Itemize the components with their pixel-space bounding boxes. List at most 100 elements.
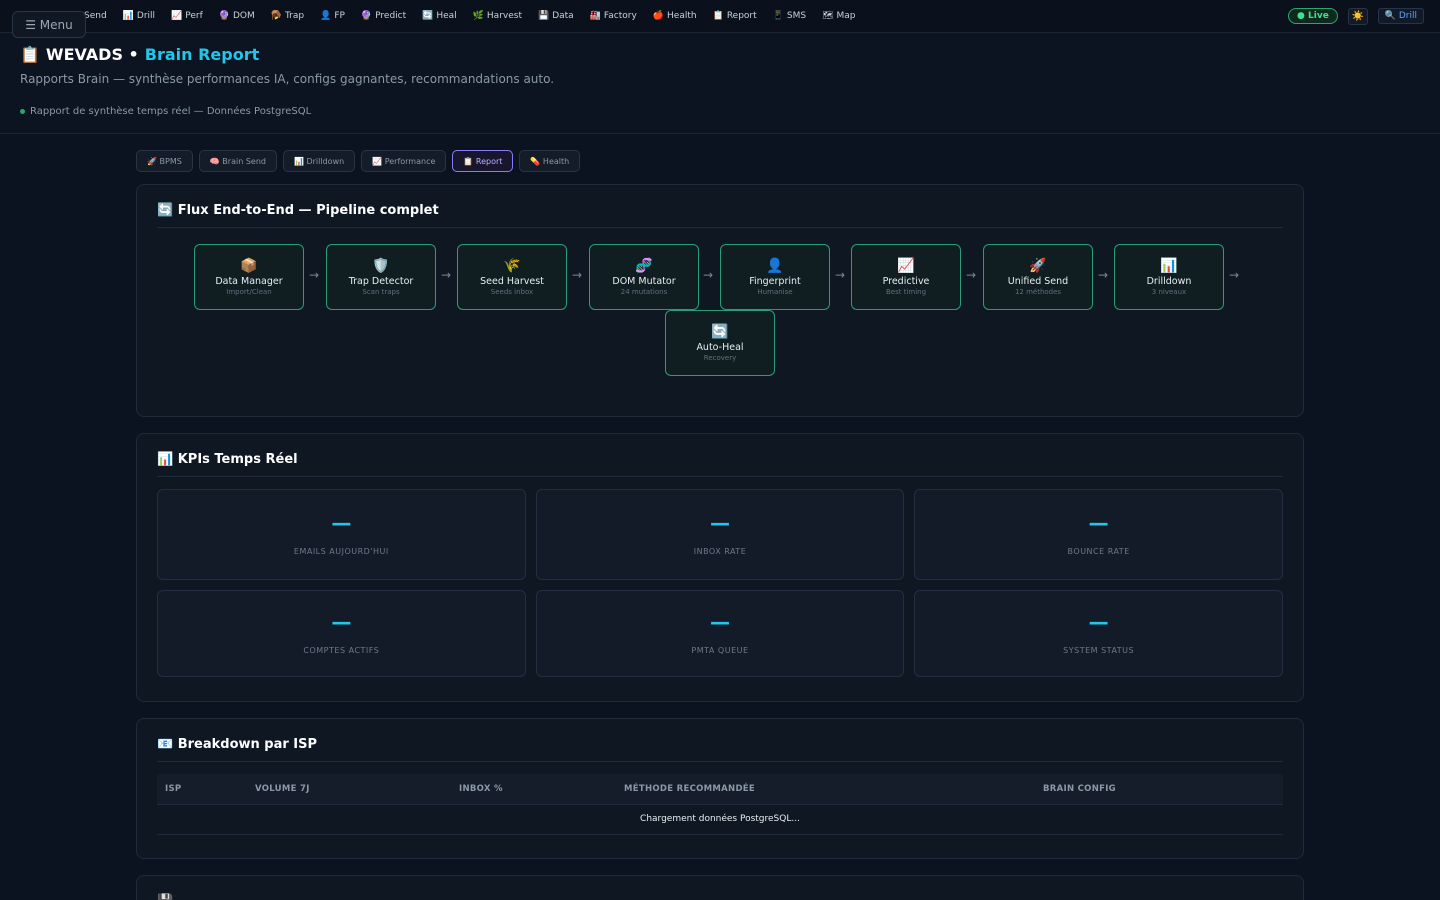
nav-label: Factory [603, 11, 637, 21]
kpi-card-pmta-queue: — PMTA QUEUE [535, 590, 905, 677]
node-name: Unified Send [1007, 276, 1069, 287]
title-main: WEVADS • [45, 45, 139, 64]
pipeline-node-fingerprint[interactable]: 👤 Fingerprint Humanise [720, 244, 830, 310]
col-methode[interactable]: MÉTHODE RECOMMANDÉE [616, 774, 1035, 805]
nav-item-map[interactable]: 🗺 Map [814, 11, 863, 21]
arrow-icon: → [835, 268, 846, 282]
tab-performance[interactable]: 📈 Performance [361, 150, 447, 172]
pipeline-node-predictive[interactable]: 📈 Predictive Best timing [851, 244, 961, 310]
factory-icon: 🏭 [589, 11, 601, 21]
pipeline-node-auto-heal[interactable]: 🔄 Auto-Heal Recovery [665, 310, 775, 376]
col-brain-config[interactable]: BRAIN CONFIG [1035, 774, 1283, 805]
kpi-label: INBOX RATE [693, 547, 747, 556]
nav-label: Predict [375, 11, 407, 21]
node-name: Fingerprint [749, 276, 801, 287]
pipeline-node-seed-harvest[interactable]: 🌾 Seed Harvest Seeds inbox [457, 244, 567, 310]
pipeline-node-dom-mutator[interactable]: 🧬 DOM Mutator 24 mutations [589, 244, 699, 310]
clipboard-icon: 📋 [20, 45, 40, 64]
crystal-ball-icon: 🔮 [360, 11, 373, 21]
tab-brain-send[interactable]: 🧠 Brain Send [198, 150, 277, 172]
drill-button[interactable]: 🔍 Drill [1377, 8, 1424, 24]
node-name: Trap Detector [348, 276, 414, 287]
map-icon: 🗺 [822, 11, 834, 21]
pipeline-node-drilldown[interactable]: 📊 Drilldown 3 niveaux [1114, 244, 1224, 310]
disk-icon: 💾 [157, 894, 173, 900]
pipeline-panel: 🔄 Flux End-to-End — Pipeline complet 📦 D… [136, 184, 1304, 417]
col-inbox[interactable]: INBOX % [451, 774, 616, 805]
table-row: Chargement données PostgreSQL... [157, 804, 1283, 835]
node-sub: 12 méthodes [1014, 288, 1062, 296]
kpi-value: — [709, 511, 730, 535]
tab-bpms[interactable]: 🚀 BPMS [136, 150, 193, 172]
node-sub: Seeds inbox [490, 288, 534, 296]
clipboard-icon: 📋 [712, 11, 724, 21]
nav-label: Perf [185, 11, 203, 21]
refresh-icon: 🔄 [422, 11, 434, 21]
arrow-icon: → [572, 268, 583, 282]
chart-icon: 📊 [122, 11, 134, 21]
kpi-card-emails: — EMAILS AUJOURD'HUI [157, 489, 526, 580]
kpi-label: PMTA QUEUE [691, 646, 749, 655]
loading-message: Chargement données PostgreSQL... [157, 804, 1283, 835]
node-sub: Recovery [703, 354, 737, 362]
nav-item-dom[interactable]: 🔮 DOM [211, 11, 263, 21]
theme-toggle-button[interactable]: ☀️ [1347, 7, 1368, 25]
kpi-value: — [1088, 511, 1109, 535]
col-volume[interactable]: VOLUME 7J [247, 774, 451, 805]
arrow-icon: → [309, 268, 320, 282]
nav-item-predict[interactable]: 🔮 Predict [353, 11, 414, 21]
arrow-icon: → [966, 268, 977, 282]
nav-label: Trap [284, 11, 305, 21]
tab-report[interactable]: 📋 Report [452, 150, 514, 172]
trend-icon: 📈 [171, 11, 183, 21]
nav-item-data[interactable]: 💾 Data [530, 11, 582, 21]
nav-label: Map [836, 11, 856, 21]
tab-health[interactable]: 💊 Health [519, 150, 581, 172]
nav-item-factory[interactable]: 🏭 Factory [582, 11, 645, 21]
nav-label: Heal [436, 11, 457, 21]
herb-icon: 🌿 [472, 11, 484, 21]
kpi-label: EMAILS AUJOURD'HUI [293, 547, 389, 556]
nav-item-sms[interactable]: 📱 SMS [765, 11, 814, 21]
node-sub: Humanise [757, 288, 793, 296]
nav-item-drill[interactable]: 📊 Drill [115, 11, 163, 21]
nav-item-report[interactable]: 📋 Report [705, 11, 765, 21]
shield-icon: 🛡️ [372, 258, 390, 274]
menu-button[interactable]: ☰ Menu [12, 11, 86, 38]
pipeline-node-unified-send[interactable]: 🚀 Unified Send 12 méthodes [983, 244, 1093, 310]
tab-drilldown[interactable]: 📊 Drilldown [282, 150, 356, 172]
chart-icon: 📊 [1160, 258, 1178, 274]
kpi-value: — [1088, 610, 1109, 634]
isp-title: 📧 Breakdown par ISP [157, 737, 1283, 762]
node-name: Seed Harvest [480, 276, 544, 287]
kpi-card-system-status: — SYSTEM STATUS [914, 590, 1283, 677]
pipeline-title: 🔄 Flux End-to-End — Pipeline complet [157, 203, 1283, 228]
kpi-card-inbox-rate: — INBOX RATE [535, 489, 905, 580]
pipeline-node-trap-detector[interactable]: 🛡️ Trap Detector Scan traps [326, 244, 436, 310]
col-isp[interactable]: ISP [157, 774, 247, 805]
arrow-icon: → [1098, 268, 1109, 282]
nav-item-perf[interactable]: 📈 Perf [163, 11, 211, 21]
nav-item-trap[interactable]: 🪤 Trap [263, 11, 312, 21]
node-sub: Import/Clean [226, 288, 272, 296]
kpi-value: — [331, 511, 352, 535]
nav-label: Report [726, 11, 757, 21]
node-name: Auto-Heal [696, 342, 744, 353]
nav-label: DOM [232, 11, 255, 21]
nav-item-health[interactable]: 🍎 Health [645, 11, 705, 21]
package-icon: 📦 [240, 258, 258, 274]
nav-item-fp[interactable]: 👤 FP [312, 11, 353, 21]
pipeline-node-data-manager[interactable]: 📦 Data Manager Import/Clean [194, 244, 304, 310]
next-panel: 💾 [136, 875, 1304, 900]
user-icon: 👤 [320, 11, 332, 21]
trend-icon: 📈 [897, 258, 915, 274]
sun-icon: ☀️ [1351, 10, 1365, 22]
nav-item-heal[interactable]: 🔄 Heal [414, 11, 465, 21]
page-subtitle: Rapports Brain — synthèse performances I… [20, 72, 555, 86]
nav-label: Data [552, 11, 574, 21]
user-icon: 👤 [766, 258, 784, 274]
status-text: Rapport de synthèse temps réel — Données… [30, 106, 312, 117]
nav-item-harvest[interactable]: 🌿 Harvest [465, 11, 530, 21]
title-accent: Brain Report [144, 45, 260, 64]
node-name: DOM Mutator [612, 276, 676, 287]
